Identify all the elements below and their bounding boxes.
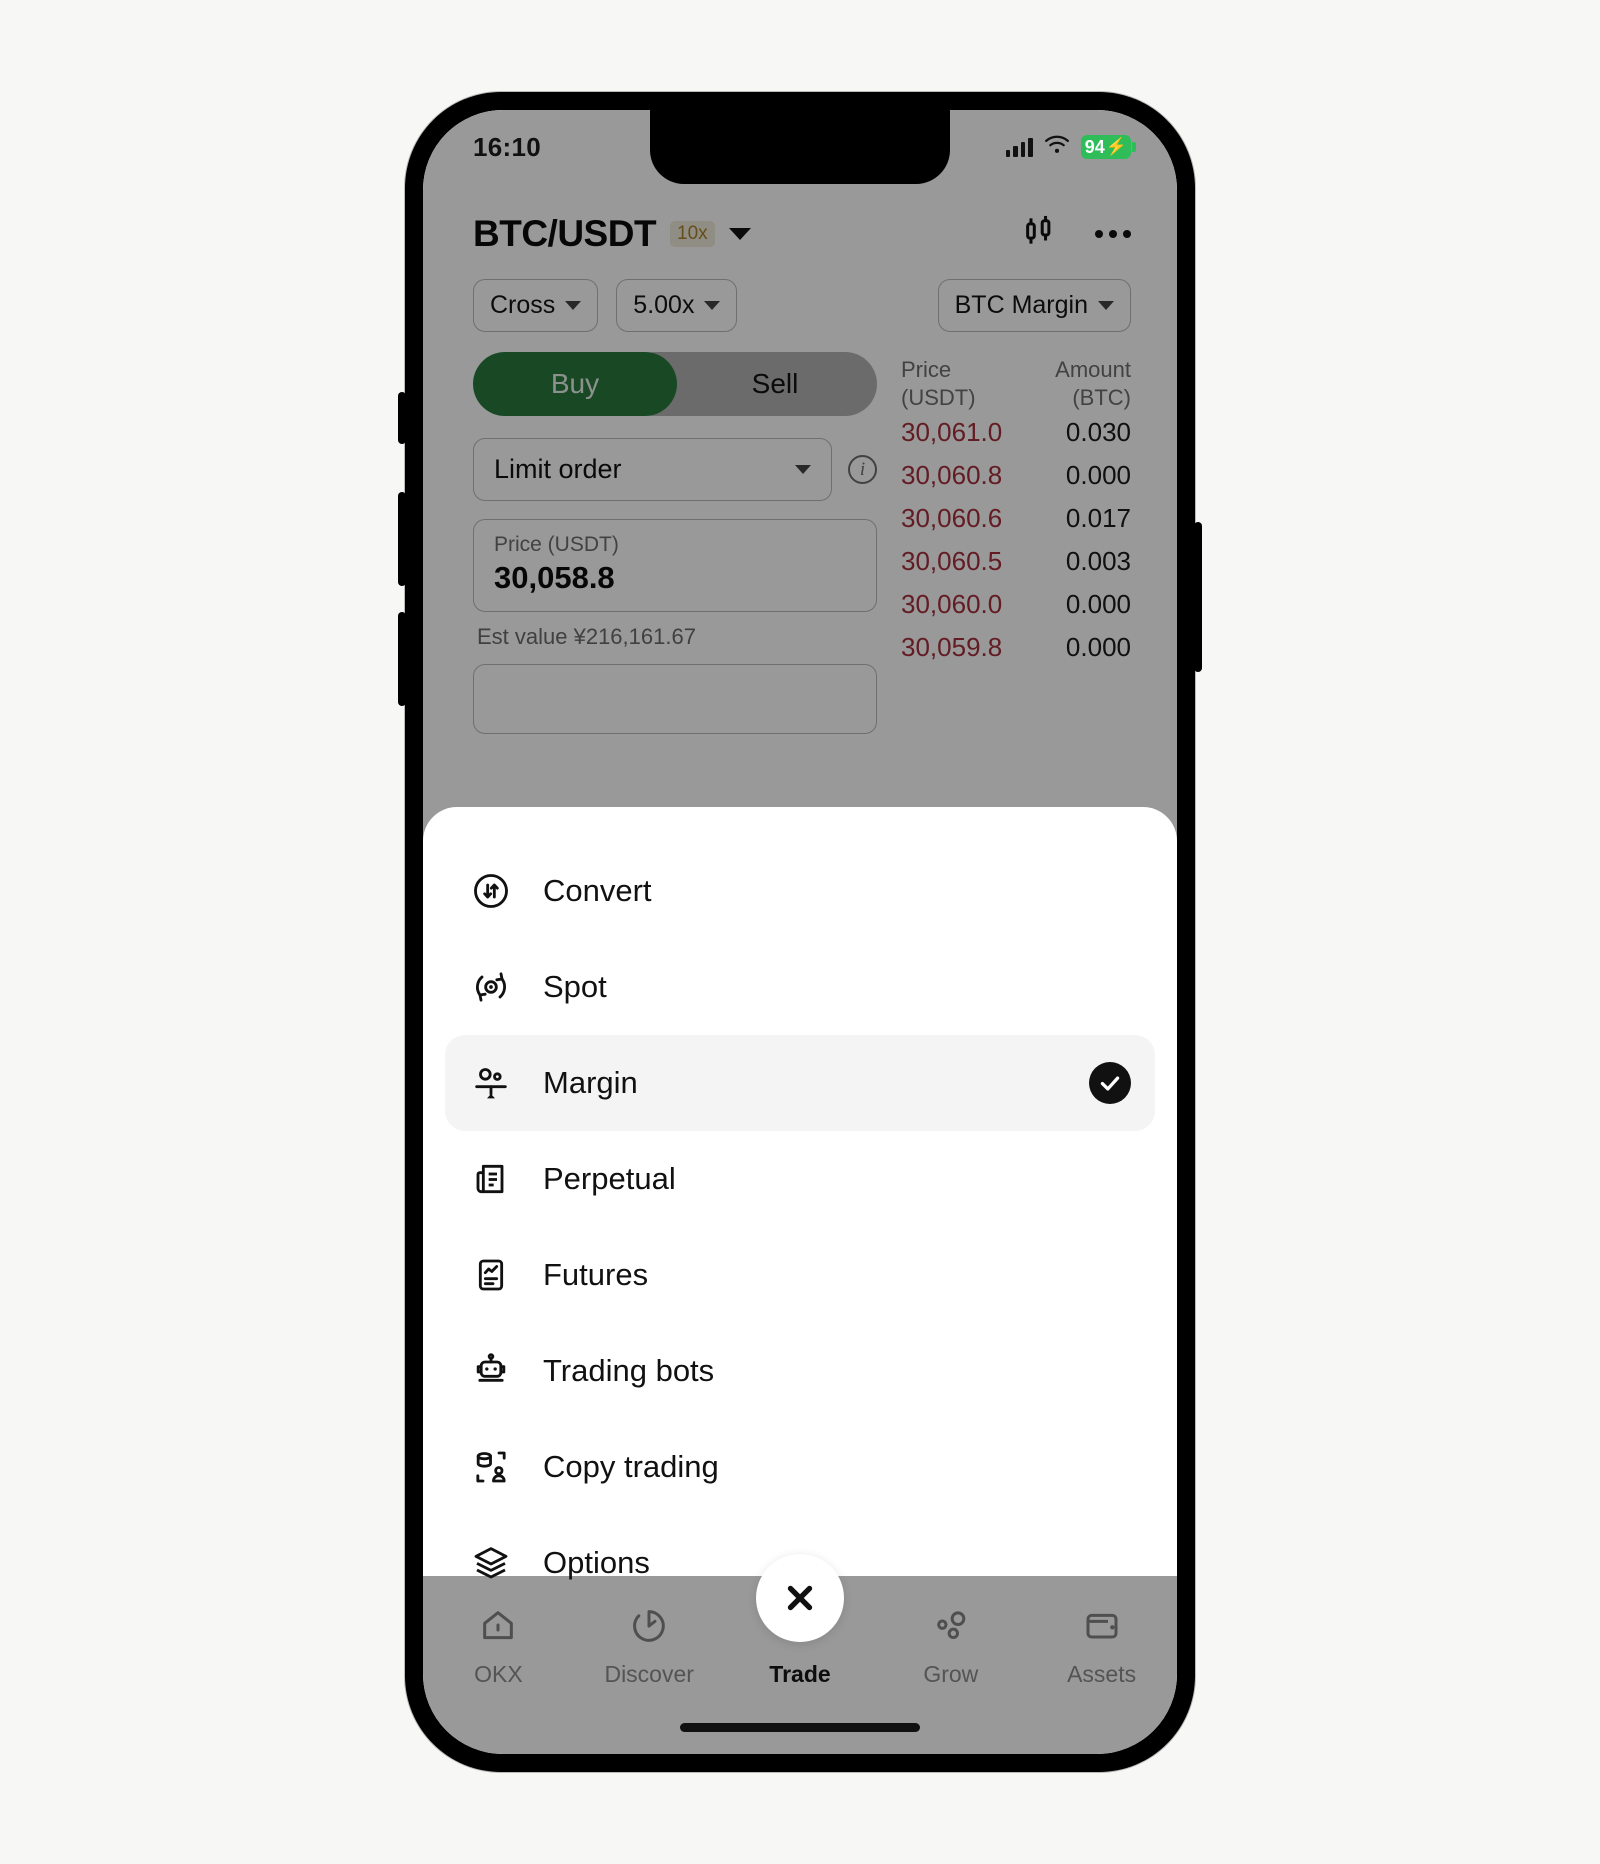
device-notch <box>650 110 950 184</box>
spot-circular-icon <box>469 965 513 1009</box>
sheet-item-spot[interactable]: Spot <box>445 939 1155 1035</box>
nav-item-okx[interactable]: OKX <box>423 1604 574 1688</box>
trade-type-sheet: Convert Spot Margin Perpetual Futures Trading… <box>423 807 1177 1580</box>
battery-percent: 94 <box>1084 136 1105 157</box>
perpetual-document-icon <box>469 1157 513 1201</box>
nav-item-label: Assets <box>1067 1661 1137 1687</box>
wifi-icon <box>1044 135 1070 160</box>
sheet-item-label: Spot <box>543 969 607 1004</box>
sheet-item-margin[interactable]: Margin <box>445 1035 1155 1131</box>
close-sheet-button[interactable] <box>756 1554 844 1642</box>
nav-item-label: OKX <box>474 1661 523 1687</box>
check-circle-icon <box>1089 1062 1131 1104</box>
status-icons: 94 ⚡ <box>1005 135 1137 160</box>
convert-arrows-icon <box>469 869 513 913</box>
phone-screen: BTC/USDT 10x Cross 5.00x BTC Margin Sell… <box>423 110 1177 1754</box>
futures-chart-doc-icon <box>469 1253 513 1297</box>
sheet-item-label: Futures <box>543 1257 649 1292</box>
nav-item-label: Grow <box>923 1661 979 1687</box>
sheet-item-label: Copy trading <box>543 1449 719 1484</box>
sheet-item-futures[interactable]: Futures <box>445 1227 1155 1323</box>
battery-indicator: 94 ⚡ <box>1080 135 1137 159</box>
volume-up-button[interactable] <box>398 492 406 586</box>
sheet-item-label: Trading bots <box>543 1353 715 1388</box>
volume-down-button[interactable] <box>398 612 406 706</box>
silent-switch[interactable] <box>398 392 406 444</box>
status-time: 16:10 <box>473 131 541 162</box>
lightning-bolt-icon: ⚡ <box>1105 137 1127 156</box>
sheet-item-convert[interactable]: Convert <box>445 843 1155 939</box>
phone-frame: BTC/USDT 10x Cross 5.00x BTC Margin Sell… <box>398 92 1202 1772</box>
nav-item-label: Trade <box>769 1661 831 1687</box>
nav-item-label: Discover <box>604 1661 694 1687</box>
sheet-item-perpetual[interactable]: Perpetual <box>445 1131 1155 1227</box>
sheet-item-label: Convert <box>543 873 652 908</box>
nav-item-grow[interactable]: Grow <box>875 1604 1026 1688</box>
home-indicator <box>680 1723 920 1732</box>
layers-icon <box>469 1541 513 1585</box>
nav-item-assets[interactable]: Assets <box>1026 1604 1177 1688</box>
sheet-item-label: Perpetual <box>543 1161 676 1196</box>
robot-icon <box>469 1349 513 1393</box>
margin-balance-icon <box>469 1061 513 1105</box>
sheet-item-trading-bots[interactable]: Trading bots <box>445 1323 1155 1419</box>
sheet-item-label: Margin <box>543 1065 638 1100</box>
power-button[interactable] <box>1194 522 1202 672</box>
trade-type-list: Convert Spot Margin Perpetual Futures Trading… <box>445 843 1155 1611</box>
copy-trading-icon <box>469 1445 513 1489</box>
cellular-signal-icon <box>1005 137 1033 157</box>
sheet-item-copy-trading[interactable]: Copy trading <box>445 1419 1155 1515</box>
nav-item-discover[interactable]: Discover <box>574 1604 725 1688</box>
